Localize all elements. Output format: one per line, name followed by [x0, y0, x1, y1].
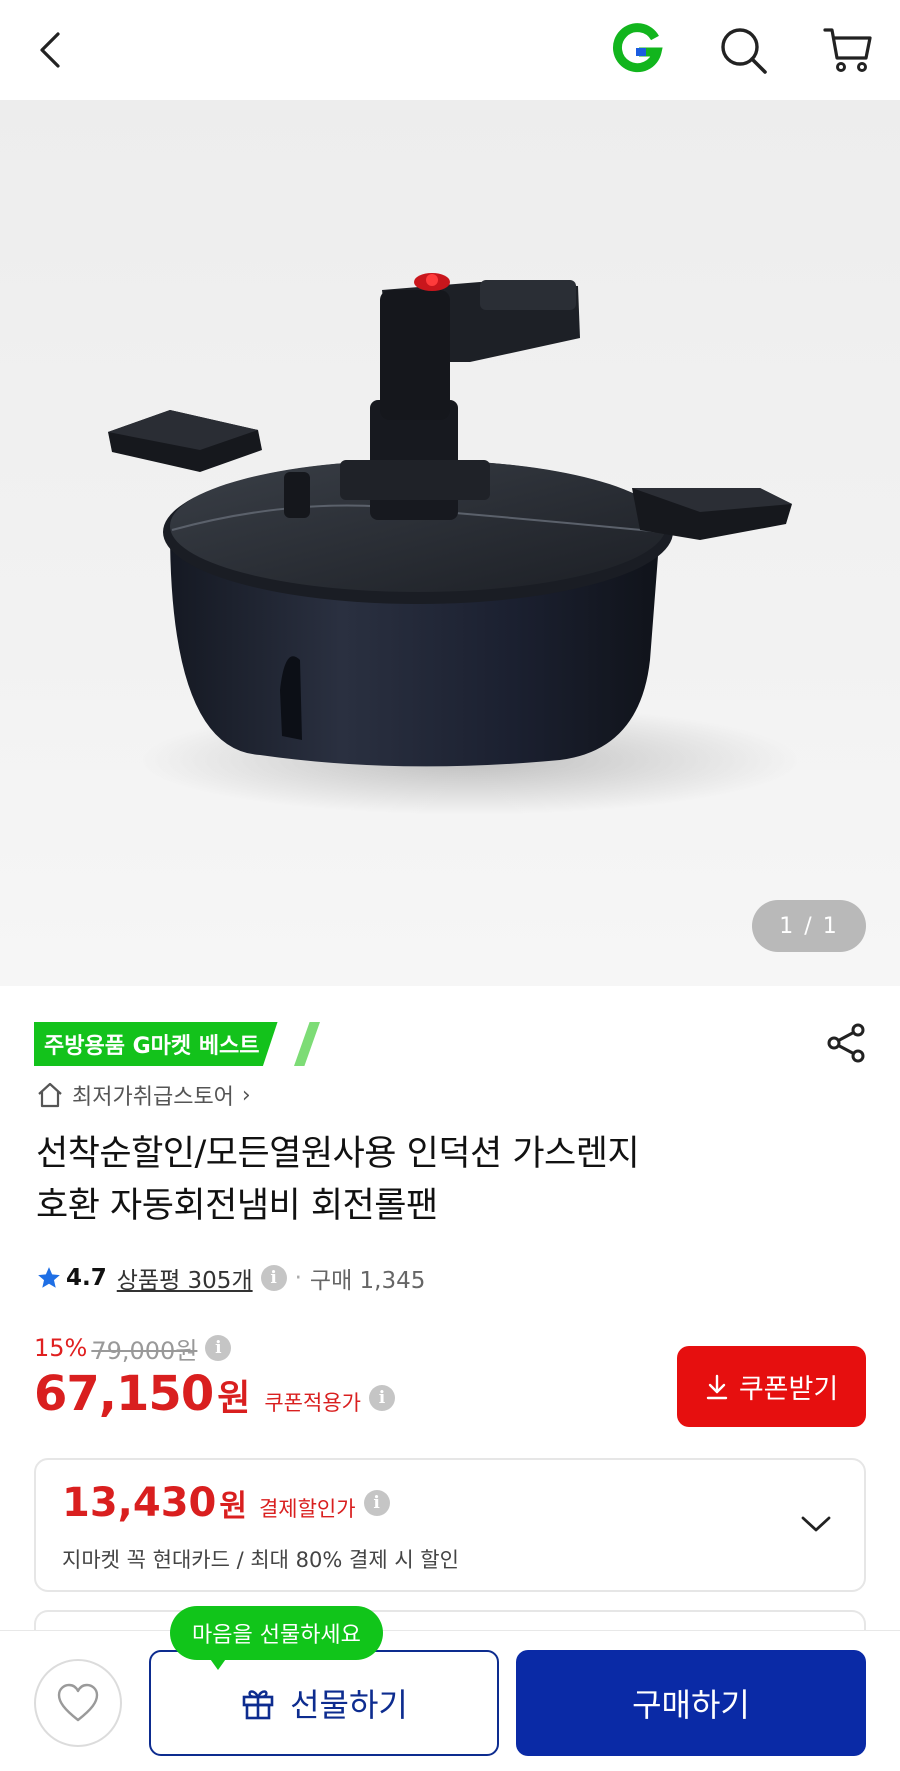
share-icon: [827, 1023, 865, 1063]
product-title-line-2: 호환 자동회전냄비 회전롤팬: [36, 1186, 438, 1226]
cart-button[interactable]: [818, 20, 878, 80]
store-link[interactable]: 최저가취급스토어 ›: [36, 1078, 251, 1112]
store-name: 최저가취급스토어: [72, 1085, 234, 1110]
coupon-button-label: 쿠폰받기: [738, 1374, 839, 1405]
product-title: 선착순할인/모든열원사용 인덕션 가스렌지 호환 자동회전냄비 회전롤팬: [36, 1128, 856, 1232]
separator-dot: ·: [294, 1265, 302, 1291]
reviews-link[interactable]: 상품평 305개: [117, 1261, 253, 1295]
gift-button[interactable]: 선물하기: [149, 1650, 499, 1756]
purchase-count: 구매 1,345: [309, 1268, 426, 1294]
payment-discount-card[interactable]: 13,430 원 결제할인가 i 지마켓 꼭 현대카드 / 최대 80% 결제 …: [34, 1458, 866, 1592]
chevron-left-icon: [40, 32, 60, 68]
home-icon: [38, 1082, 62, 1108]
best-seller-badge[interactable]: 주방용품 G마켓 베스트: [34, 1022, 278, 1066]
chevron-right-icon: ›: [241, 1082, 251, 1108]
payment-discount-description: 지마켓 꼭 현대카드 / 최대 80% 결제 시 할인: [62, 1548, 459, 1572]
payment-discount-price-row: 13,430 원 결제할인가 i: [62, 1480, 390, 1526]
heart-icon: [57, 1683, 99, 1722]
gift-tooltip-arrow: [208, 1656, 228, 1670]
info-icon[interactable]: i: [205, 1335, 232, 1361]
image-counter: 1 / 1: [752, 900, 866, 952]
badge-tip-decoration: [294, 1022, 320, 1066]
sale-price-row: 67,150 원 쿠폰적용가 i: [34, 1366, 395, 1430]
payment-discount-label: 결제할인가: [258, 1497, 356, 1521]
gift-button-label: 선물하기: [290, 1686, 408, 1724]
wishlist-button[interactable]: [34, 1659, 122, 1747]
coupon-price-label: 쿠폰적용가: [264, 1391, 361, 1415]
info-icon[interactable]: i: [363, 1490, 390, 1516]
product-image-gallery[interactable]: 1 / 1: [0, 100, 900, 986]
chevron-down-icon: [801, 1516, 831, 1532]
star-icon: [38, 1267, 60, 1288]
product-title-line-1: 선착순할인/모든열원사용 인덕션 가스렌지: [36, 1134, 640, 1174]
cart-icon: [823, 28, 872, 72]
rating-score: 4.7: [66, 1265, 107, 1291]
search-button[interactable]: [713, 20, 773, 80]
gmarket-g-icon: [613, 23, 663, 73]
expand-button[interactable]: [796, 1504, 836, 1544]
original-price-row: 15% 79,000원 i: [34, 1330, 232, 1366]
top-header: [0, 0, 900, 100]
back-button[interactable]: [22, 20, 82, 80]
search-icon: [721, 28, 767, 74]
gmarket-logo[interactable]: [607, 20, 667, 80]
sale-price-unit: 원: [217, 1378, 251, 1419]
share-button[interactable]: [822, 1018, 872, 1068]
payment-discount-unit: 원: [219, 1489, 247, 1524]
bottom-action-bar: 선물하기 구매하기: [0, 1630, 900, 1771]
payment-discount-price: 13,430: [62, 1480, 217, 1526]
buy-button[interactable]: 구매하기: [516, 1650, 866, 1756]
sale-price: 67,150: [34, 1366, 214, 1422]
rating-row: 4.7 상품평 305개 i · 구매 1,345: [36, 1258, 425, 1298]
gift-tooltip: 마음을 선물하세요: [170, 1606, 383, 1660]
info-icon[interactable]: i: [368, 1385, 395, 1411]
discount-percent: 15%: [34, 1334, 88, 1362]
get-coupon-button[interactable]: 쿠폰받기: [677, 1346, 866, 1427]
download-icon: [706, 1374, 728, 1399]
gift-icon: [242, 1690, 274, 1720]
original-price: 79,000원: [91, 1336, 198, 1365]
product-image: [108, 273, 800, 815]
info-icon[interactable]: i: [260, 1265, 287, 1291]
